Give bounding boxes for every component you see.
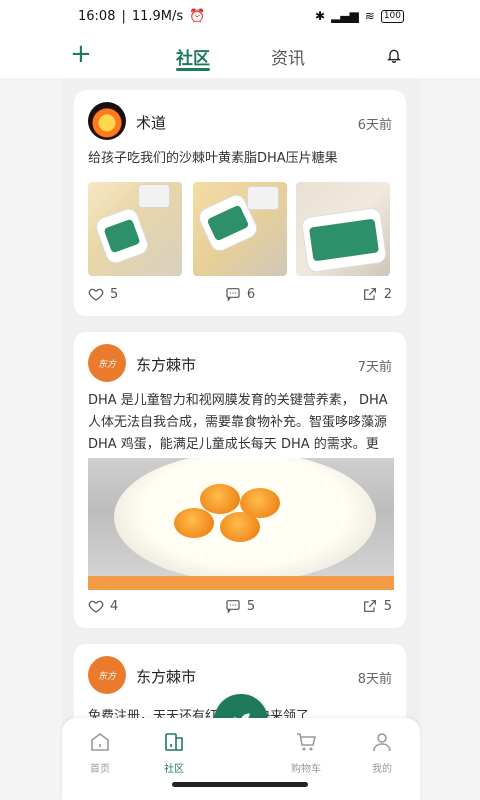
nav-community-label: 社区	[164, 764, 184, 775]
feed[interactable]: 术道 6天前 给孩子吃我们的沙棘叶黄素脂DHA压片糖果 5 6 2 东方 东方棘…	[62, 78, 420, 800]
status-bar: 16:08 | 11.9M/s ⏰ ✱ ▂▄▆ ≋ 100	[0, 0, 480, 34]
post-author[interactable]: 东方棘市	[136, 666, 196, 687]
bell-icon[interactable]	[386, 46, 402, 64]
avatar[interactable]	[88, 102, 126, 140]
nav-mine-label: 我的	[372, 764, 392, 775]
plus-icon[interactable]: +	[70, 40, 92, 68]
brand-logo: 东方	[97, 671, 116, 682]
post-actions: 5 6 2	[88, 286, 392, 302]
home-icon	[91, 733, 109, 751]
battery-indicator: 100	[380, 9, 404, 23]
post-image[interactable]	[88, 182, 182, 276]
signal-icon: ▂▄▆	[331, 9, 359, 23]
nav-cart-label: 购物车	[291, 764, 321, 775]
share-count: 2	[383, 286, 392, 302]
heart-icon	[88, 600, 104, 613]
comment-count: 6	[246, 286, 256, 302]
tab-news[interactable]: 资讯	[271, 44, 305, 69]
post-time: 7天前	[357, 360, 392, 375]
community-icon	[165, 733, 183, 751]
share-button[interactable]: 5	[362, 598, 392, 614]
comment-button[interactable]: 6	[225, 286, 255, 302]
network-speed: 11.9M/s	[131, 9, 184, 24]
status-time: 16:08	[78, 9, 116, 24]
share-button[interactable]: 2	[362, 286, 392, 302]
post-text[interactable]: 给孩子吃我们的沙棘叶黄素脂DHA压片糖果	[88, 148, 394, 170]
share-icon	[363, 288, 376, 300]
post-author[interactable]: 术道	[136, 112, 166, 133]
like-button[interactable]: 4	[88, 598, 118, 614]
bluetooth-icon: ✱	[315, 9, 326, 23]
tab-community[interactable]: 社区	[176, 44, 210, 69]
alarm-icon: ⏰	[189, 9, 206, 24]
post-text[interactable]: DHA 是儿童智力和视网膜发育的关键营养素， DHA 人体无法自我合成，需要靠食…	[88, 390, 394, 456]
avatar[interactable]: 东方	[88, 656, 126, 694]
nav-home[interactable]: 首页	[70, 730, 130, 775]
bottom-nav: 首页 社区 购物车 我的	[62, 718, 420, 800]
comment-button[interactable]: 5	[225, 598, 255, 614]
nav-cart[interactable]: 购物车	[276, 730, 336, 775]
home-indicator	[172, 782, 308, 787]
user-icon	[373, 733, 391, 752]
like-count: 4	[110, 598, 119, 614]
wifi-icon: ≋	[364, 9, 375, 23]
avatar[interactable]: 东方	[88, 344, 126, 382]
brand-logo: 东方	[97, 359, 116, 370]
comment-icon	[226, 600, 240, 614]
nav-community[interactable]: 社区	[144, 730, 204, 775]
share-count: 5	[383, 598, 392, 614]
like-count: 5	[110, 286, 119, 302]
post-time: 8天前	[357, 672, 392, 687]
share-icon	[363, 600, 376, 612]
comment-icon	[226, 288, 240, 302]
tab-underline	[176, 68, 210, 71]
post-card[interactable]: 东方 东方棘市 7天前 DHA 是儿童智力和视网膜发育的关键营养素， DHA 人…	[74, 332, 406, 628]
nav-home-label: 首页	[90, 764, 110, 775]
nav-mine[interactable]: 我的	[352, 730, 412, 775]
heart-icon	[88, 288, 104, 301]
comment-count: 5	[246, 598, 256, 614]
post-image[interactable]	[193, 182, 287, 276]
top-bar: + 社区 资讯	[0, 34, 480, 78]
post-card[interactable]: 术道 6天前 给孩子吃我们的沙棘叶黄素脂DHA压片糖果 5 6 2	[74, 90, 406, 316]
cart-icon	[297, 733, 317, 751]
like-button[interactable]: 5	[88, 286, 118, 302]
post-author[interactable]: 东方棘市	[136, 354, 196, 375]
post-actions: 4 5 5	[88, 598, 392, 614]
post-image[interactable]	[88, 458, 394, 590]
post-image[interactable]	[296, 182, 390, 276]
post-time: 6天前	[357, 118, 392, 133]
